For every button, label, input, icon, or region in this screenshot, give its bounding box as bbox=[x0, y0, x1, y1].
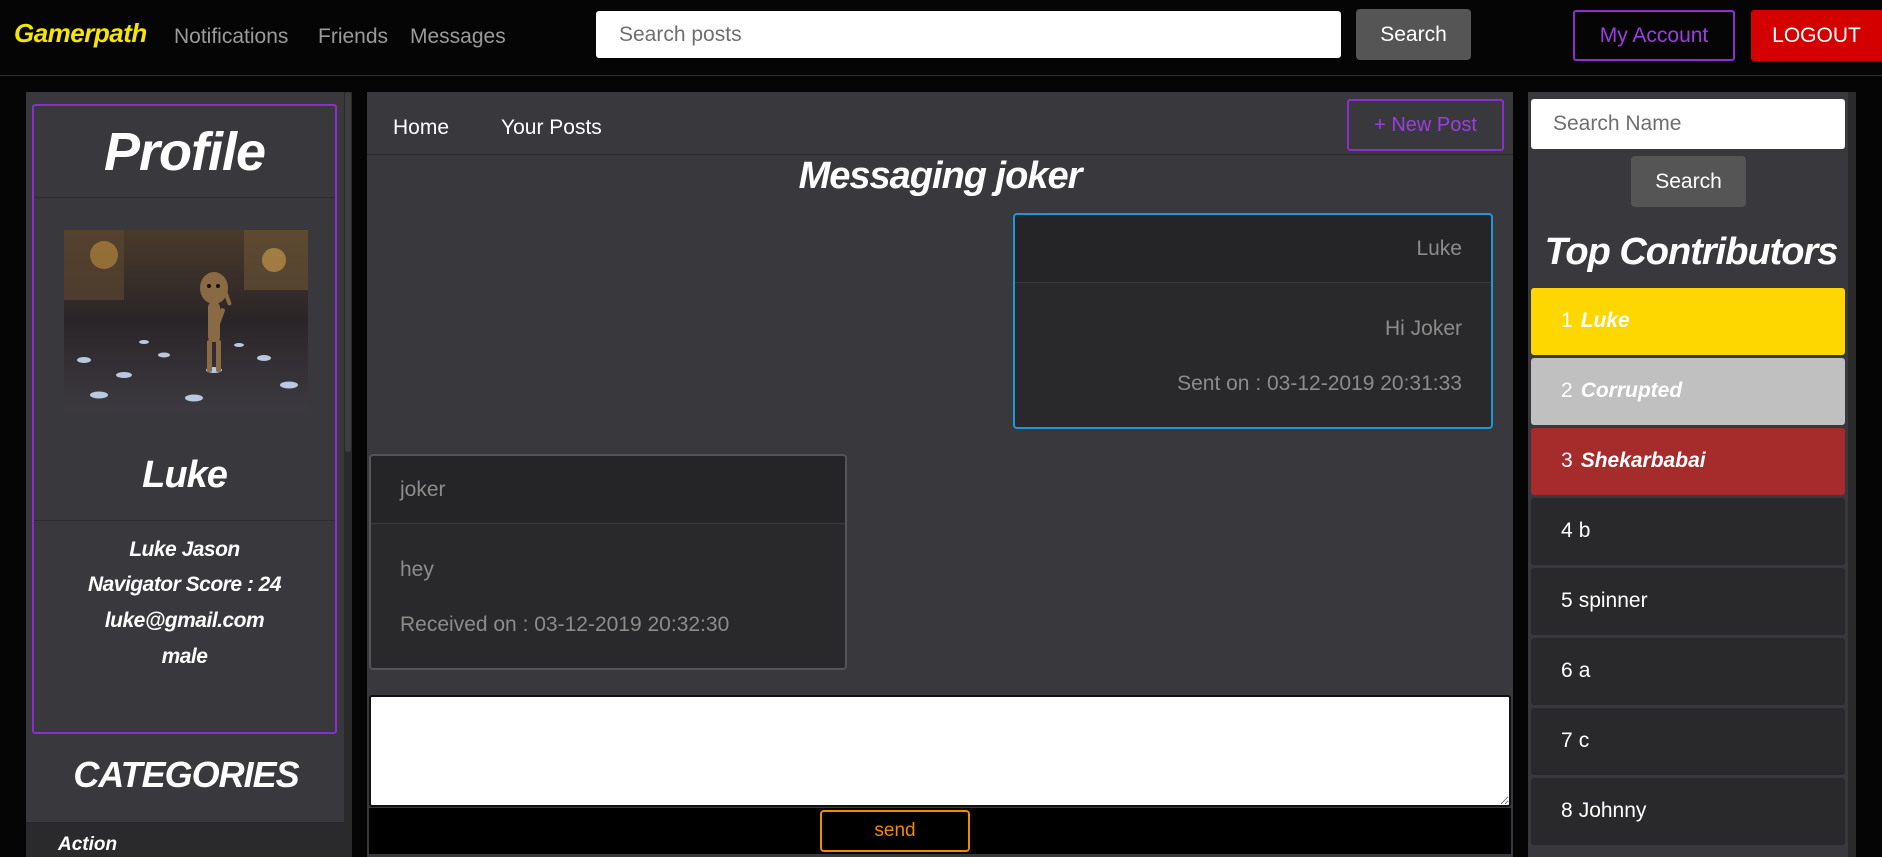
contributor-name: b bbox=[1578, 519, 1591, 542]
main-panel: Home Your Posts + New Post Messaging jok… bbox=[367, 92, 1513, 857]
message-header: Luke bbox=[1015, 215, 1491, 283]
profile-divider bbox=[34, 520, 335, 521]
message-text: Hi Joker bbox=[1384, 317, 1462, 340]
contributor-item[interactable]: 8 Johnny bbox=[1531, 778, 1845, 845]
profile-email: luke@gmail.com bbox=[104, 609, 265, 632]
left-sidebar: Profile Luke Luke Jason Navigator Score … bbox=[26, 92, 346, 857]
my-account-button[interactable]: My Account bbox=[1573, 10, 1735, 61]
contributor-rank: 2 bbox=[1561, 379, 1573, 402]
contributor-name: c bbox=[1578, 729, 1590, 752]
contributor-name: Luke bbox=[1580, 309, 1630, 332]
profile-title: Profile bbox=[103, 122, 266, 182]
nav-messages[interactable]: Messages bbox=[410, 25, 506, 49]
profile-score: Navigator Score : 24 bbox=[87, 573, 282, 596]
nav-friends[interactable]: Friends bbox=[318, 25, 388, 49]
message-sent: Luke Hi Joker Sent on : 03-12-2019 20:31… bbox=[1013, 213, 1493, 429]
contributor-rank: 5 bbox=[1561, 589, 1573, 612]
contributor-item[interactable]: 4b bbox=[1531, 498, 1845, 565]
search-name-button[interactable]: Search bbox=[1631, 156, 1746, 207]
brand-logo[interactable]: Gamerpath bbox=[14, 18, 147, 49]
left-scrollbar[interactable] bbox=[344, 92, 352, 857]
contributor-item[interactable]: 3 Shekarbabai bbox=[1531, 428, 1845, 495]
search-posts-button[interactable]: Search bbox=[1356, 9, 1471, 60]
profile-card: Profile Luke Luke Jason Navigator Score … bbox=[32, 104, 337, 734]
contributor-rank: 1 bbox=[1561, 309, 1573, 332]
message-sender: joker bbox=[400, 478, 446, 501]
message-time: Sent on : 03-12-2019 20:31:33 bbox=[1177, 372, 1462, 395]
message-time: Received on : 03-12-2019 20:32:30 bbox=[400, 613, 730, 636]
tabs-bar: Home Your Posts + New Post bbox=[367, 92, 1513, 155]
category-item[interactable]: Action bbox=[26, 822, 346, 857]
contributor-item[interactable]: 6a bbox=[1531, 638, 1845, 705]
profile-header: Profile bbox=[34, 106, 335, 198]
avatar-image bbox=[64, 230, 308, 410]
contributor-rank: 8 bbox=[1561, 799, 1573, 822]
message-sender: Luke bbox=[1416, 237, 1462, 260]
search-posts-input[interactable] bbox=[596, 11, 1341, 58]
right-sidebar: Search Top Contributors 1 Luke 2 Corrupted… bbox=[1528, 92, 1854, 857]
top-contributors-title: Top Contributors bbox=[1544, 231, 1839, 273]
contributor-item[interactable]: 5 spinner bbox=[1531, 568, 1845, 635]
tab-home[interactable]: Home bbox=[393, 116, 449, 140]
search-name-input[interactable] bbox=[1531, 99, 1845, 149]
profile-username: Luke bbox=[142, 454, 228, 496]
logout-button[interactable]: LOGOUT bbox=[1751, 10, 1882, 61]
contributor-name: Johnny bbox=[1578, 799, 1647, 822]
tab-your-posts[interactable]: Your Posts bbox=[501, 116, 602, 140]
navbar: Gamerpath Notifications Friends Messages… bbox=[0, 0, 1882, 76]
contributor-rank: 3 bbox=[1561, 449, 1573, 472]
avatar bbox=[64, 230, 308, 410]
message-text: hey bbox=[400, 558, 434, 581]
message-received: joker hey Received on : 03-12-2019 20:32… bbox=[369, 454, 847, 670]
contributor-name: Shekarbabai bbox=[1580, 449, 1706, 472]
contributor-item[interactable]: 1 Luke bbox=[1531, 288, 1845, 355]
contributor-name: a bbox=[1578, 659, 1591, 682]
profile-full-name: Luke Jason bbox=[129, 538, 240, 561]
categories-title: CATEGORIES bbox=[73, 754, 299, 795]
profile-gender: male bbox=[161, 645, 208, 668]
messaging-heading: Messaging joker bbox=[798, 155, 1083, 197]
contributor-rank: 7 bbox=[1561, 729, 1573, 752]
contributor-item[interactable]: 2 Corrupted bbox=[1531, 358, 1845, 425]
contributor-name: Corrupted bbox=[1580, 379, 1683, 402]
left-scrollbar-thumb[interactable] bbox=[345, 92, 351, 452]
contributor-rank: 6 bbox=[1561, 659, 1573, 682]
message-input[interactable] bbox=[369, 695, 1511, 807]
new-post-button[interactable]: + New Post bbox=[1347, 99, 1504, 151]
contributor-rank: 4 bbox=[1561, 519, 1573, 542]
contributor-item[interactable]: 7c bbox=[1531, 708, 1845, 775]
message-header: joker bbox=[371, 456, 845, 524]
right-scrollbar[interactable] bbox=[1848, 92, 1856, 857]
contributor-name: spinner bbox=[1578, 589, 1648, 612]
nav-notifications[interactable]: Notifications bbox=[174, 25, 288, 49]
send-bar: send bbox=[369, 808, 1511, 854]
send-button[interactable]: send bbox=[820, 810, 970, 852]
